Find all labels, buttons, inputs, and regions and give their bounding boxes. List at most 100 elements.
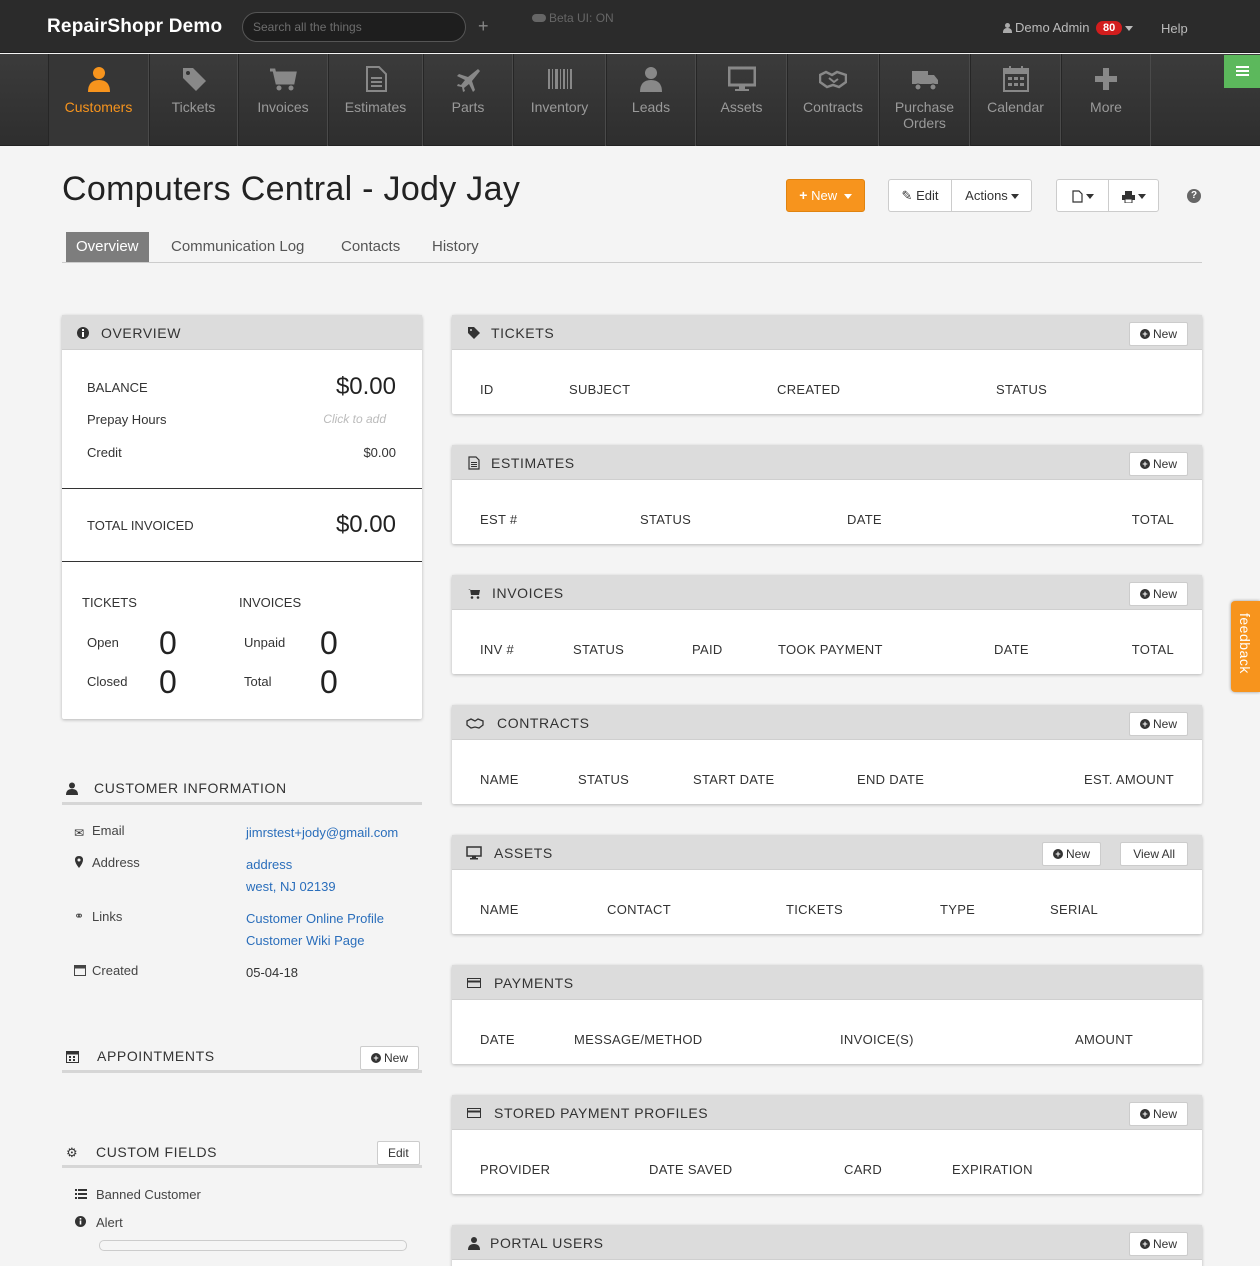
unpaid-invoices-label: Unpaid <box>244 635 286 650</box>
new-invoice-button[interactable]: + New <box>1128 582 1188 606</box>
new-asset-button[interactable]: + New <box>1041 842 1101 866</box>
nav-tickets[interactable]: Tickets <box>149 54 238 146</box>
column-header[interactable]: TICKETS <box>786 902 843 917</box>
notification-badge[interactable]: 80 <box>1096 21 1123 35</box>
brand-name[interactable]: RepairShopr Demo <box>47 16 222 38</box>
plus-circle-icon: + <box>371 1052 381 1063</box>
column-header[interactable]: INV # <box>480 642 514 657</box>
new-portal-user-button[interactable]: + New <box>1128 1232 1188 1256</box>
nav-parts[interactable]: Parts <box>423 54 513 146</box>
actions-dropdown-button[interactable]: Actions <box>952 180 1032 211</box>
customer-online-profile-link[interactable]: Customer Online Profile <box>246 911 384 926</box>
nav-customers[interactable]: Customers <box>48 54 149 146</box>
column-header[interactable]: INVOICE(S) <box>840 1032 914 1047</box>
pencil-icon: ✎ <box>901 188 913 203</box>
column-header[interactable]: EXPIRATION <box>952 1162 1033 1177</box>
prepay-hours-editable[interactable]: Click to add <box>323 412 386 426</box>
total-invoices-count[interactable]: 0 <box>320 664 338 701</box>
unpaid-invoices-count[interactable]: 0 <box>320 625 338 662</box>
column-header[interactable]: CONTACT <box>607 902 671 917</box>
print-dropdown-button[interactable] <box>1109 180 1159 211</box>
column-header[interactable]: STATUS <box>573 642 624 657</box>
column-header[interactable]: PROVIDER <box>480 1162 550 1177</box>
column-header[interactable]: TOOK PAYMENT <box>778 642 883 657</box>
closed-tickets-count[interactable]: 0 <box>159 664 177 701</box>
pdf-dropdown-button[interactable] <box>1057 180 1108 211</box>
nav-invoices[interactable]: Invoices <box>238 54 328 146</box>
nav-more[interactable]: More <box>1061 54 1151 146</box>
custom-fields-title: CUSTOM FIELDS <box>96 1144 218 1160</box>
column-header[interactable]: TYPE <box>940 902 975 917</box>
view-all-assets-button[interactable]: View All <box>1120 842 1188 866</box>
total-invoices-label: Total <box>244 674 272 689</box>
plus-circle-icon: + <box>1139 1238 1150 1249</box>
nav-purchase-orders[interactable]: Purchase Orders <box>879 54 970 146</box>
tab-contacts[interactable]: Contacts <box>331 232 410 262</box>
column-header[interactable]: CARD <box>844 1162 882 1177</box>
open-tickets-count[interactable]: 0 <box>159 625 177 662</box>
column-header[interactable]: TOTAL <box>1132 512 1174 527</box>
column-header[interactable]: DATE <box>847 512 882 527</box>
column-header[interactable]: PAID <box>692 642 723 657</box>
nav-inventory[interactable]: Inventory <box>513 54 606 146</box>
credit-card-icon <box>467 978 481 988</box>
nav-contracts[interactable]: Contracts <box>787 54 879 146</box>
credit-label: Credit <box>87 445 122 460</box>
column-header[interactable]: TOTAL <box>1132 642 1174 657</box>
email-link[interactable]: jimrstest+jody@gmail.com <box>246 825 398 840</box>
nav-estimates[interactable]: Estimates <box>328 54 423 146</box>
feedback-tab[interactable]: feedback <box>1231 601 1260 692</box>
column-header[interactable]: END DATE <box>857 772 924 787</box>
tickets-panel: TICKETS + New ID SUBJECT CREATED STATUS <box>452 315 1202 414</box>
tab-overview[interactable]: Overview <box>66 232 149 262</box>
quick-add-plus-icon[interactable]: + <box>478 17 489 35</box>
column-header[interactable]: EST # <box>480 512 517 527</box>
alert-field-bar[interactable] <box>99 1240 407 1251</box>
search-input[interactable] <box>242 12 466 42</box>
column-header[interactable]: AMOUNT <box>1075 1032 1133 1047</box>
column-header[interactable]: STATUS <box>640 512 691 527</box>
beta-toggle[interactable]: Beta UI: ON <box>532 11 614 25</box>
column-header[interactable]: CREATED <box>777 382 840 397</box>
column-header[interactable]: EST. AMOUNT <box>1084 772 1174 787</box>
list-menu-button[interactable] <box>1224 55 1260 88</box>
column-header[interactable]: NAME <box>480 772 519 787</box>
user-menu[interactable]: Demo Admin 80 <box>1003 20 1134 36</box>
plus-circle-icon: + <box>1139 1108 1150 1119</box>
address-line2[interactable]: west, NJ 02139 <box>246 879 336 894</box>
column-header[interactable]: NAME <box>480 902 519 917</box>
column-header[interactable]: DATE <box>994 642 1029 657</box>
edit-custom-fields-button[interactable]: Edit <box>377 1141 420 1165</box>
nav-leads[interactable]: Leads <box>606 54 696 146</box>
column-header[interactable]: SUBJECT <box>569 382 630 397</box>
nav-label: Purchase Orders <box>894 99 955 131</box>
tab-communication-log[interactable]: Communication Log <box>161 232 314 262</box>
nav-label: Assets <box>720 99 763 115</box>
nav-calendar[interactable]: Calendar <box>970 54 1061 146</box>
new-estimate-button[interactable]: + New <box>1128 452 1188 476</box>
map-marker-icon <box>75 856 83 868</box>
column-header[interactable]: MESSAGE/METHOD <box>574 1032 702 1047</box>
nav-assets[interactable]: Assets <box>696 54 787 146</box>
customer-info-title: CUSTOMER INFORMATION <box>94 780 287 796</box>
column-header[interactable]: DATE SAVED <box>649 1162 732 1177</box>
column-header[interactable]: START DATE <box>693 772 775 787</box>
tab-history[interactable]: History <box>422 232 489 262</box>
new-ticket-button[interactable]: + New <box>1128 322 1188 346</box>
column-header[interactable]: DATE <box>480 1032 515 1047</box>
new-appointment-button[interactable]: + New <box>360 1046 420 1070</box>
new-payment-profile-button[interactable]: + New <box>1128 1102 1188 1126</box>
address-line1[interactable]: address <box>246 857 292 872</box>
customer-wiki-page-link[interactable]: Customer Wiki Page <box>246 933 364 948</box>
new-contract-button[interactable]: + New <box>1128 712 1188 736</box>
help-icon[interactable]: ? <box>1187 189 1201 203</box>
new-dropdown-button[interactable]: + New <box>786 179 865 212</box>
help-link[interactable]: Help <box>1161 21 1188 36</box>
column-header[interactable]: SERIAL <box>1050 902 1098 917</box>
divider <box>62 561 422 562</box>
monitor-icon <box>466 846 482 860</box>
column-header[interactable]: STATUS <box>996 382 1047 397</box>
column-header[interactable]: ID <box>480 382 494 397</box>
column-header[interactable]: STATUS <box>578 772 629 787</box>
edit-button[interactable]: ✎ Edit <box>889 180 951 211</box>
